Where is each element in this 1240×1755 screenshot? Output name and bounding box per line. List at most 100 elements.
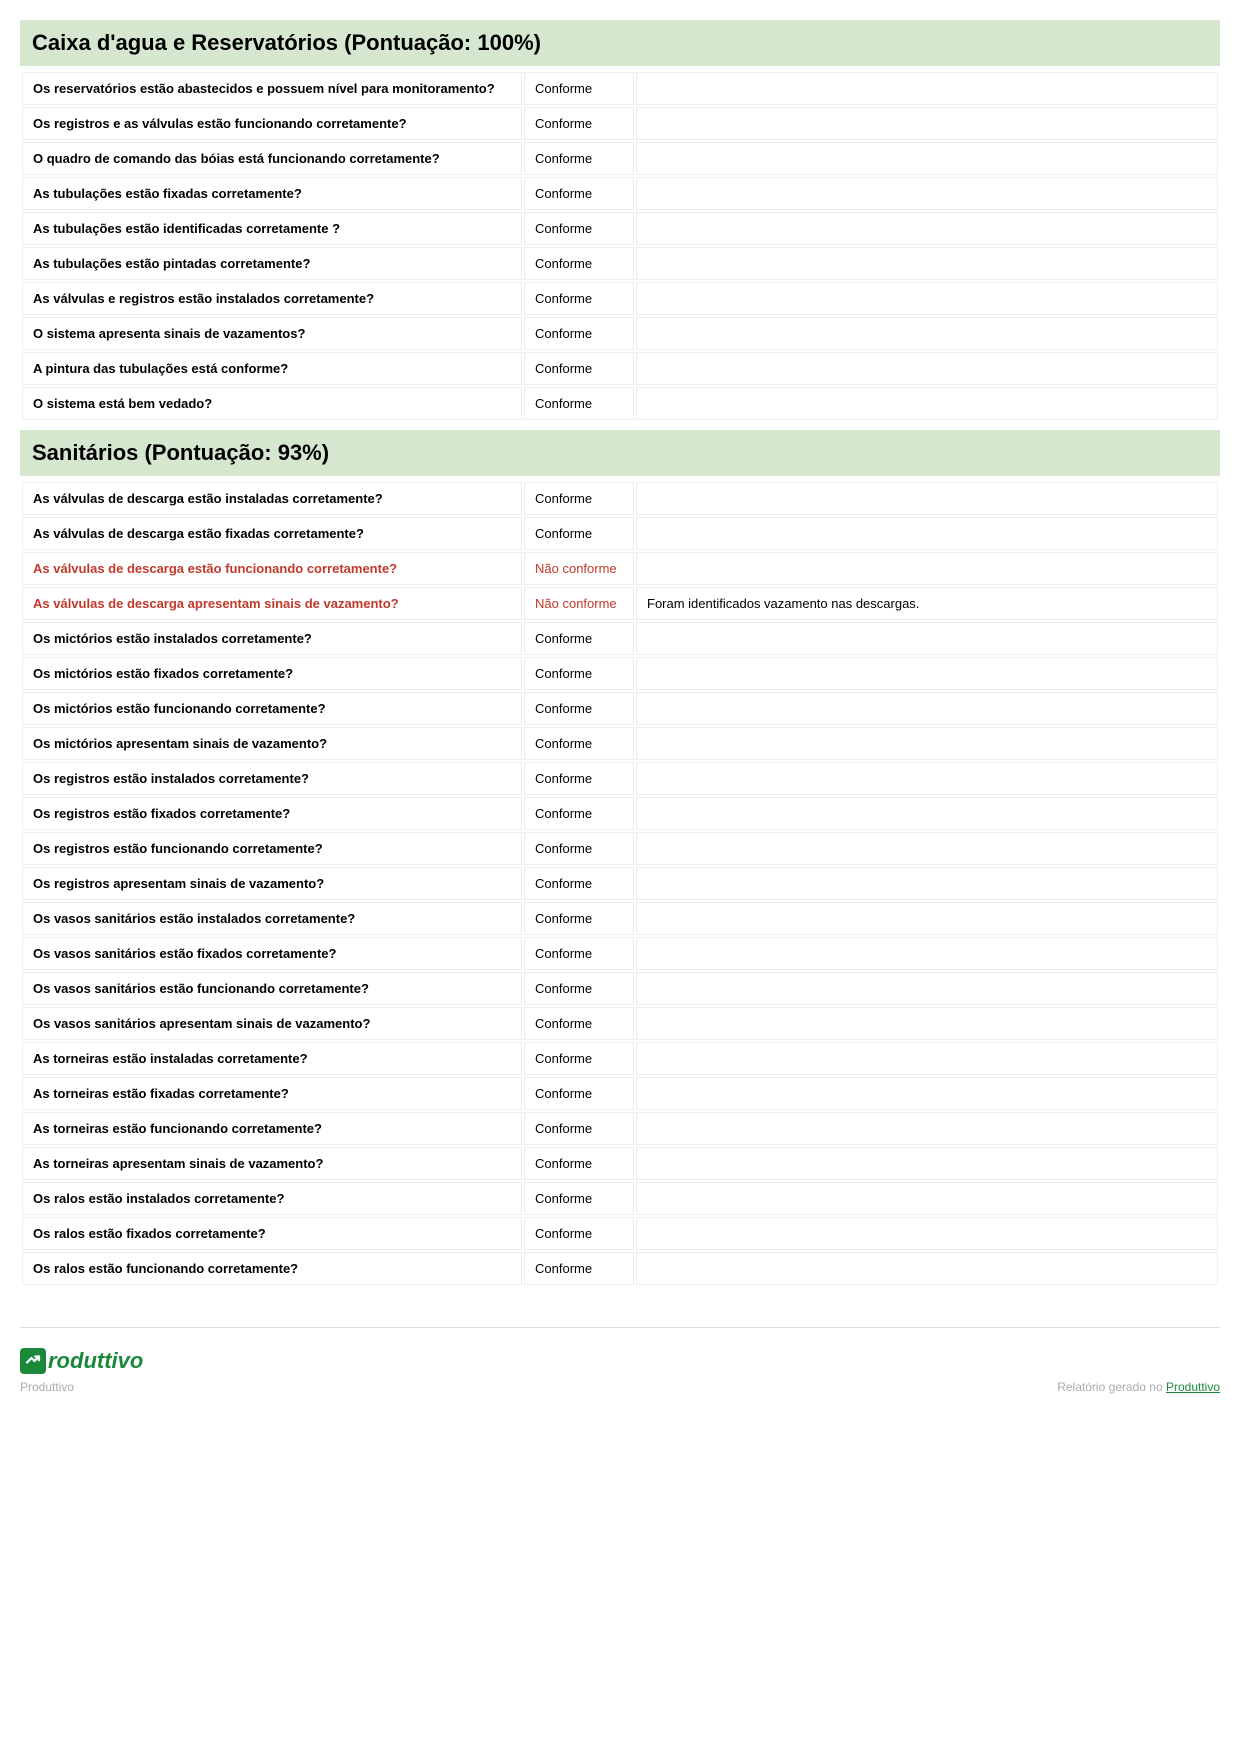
table-row: Os registros e as válvulas estão funcion… [22,107,1218,140]
table-row: As válvulas de descarga estão fixadas co… [22,517,1218,550]
note-cell [636,762,1218,795]
status-cell: Conforme [524,352,634,385]
question-cell: Os registros estão funcionando corretame… [22,832,522,865]
status-cell: Conforme [524,282,634,315]
arrow-up-icon [20,1348,46,1374]
question-cell: O sistema está bem vedado? [22,387,522,420]
note-cell: Foram identificados vazamento nas descar… [636,587,1218,620]
table-row: Os vasos sanitários apresentam sinais de… [22,1007,1218,1040]
question-cell: O quadro de comando das bóias está funci… [22,142,522,175]
question-cell: Os reservatórios estão abastecidos e pos… [22,72,522,105]
note-cell [636,727,1218,760]
question-cell: Os registros estão instalados corretamen… [22,762,522,795]
status-cell: Conforme [524,1042,634,1075]
question-cell: As torneiras estão fixadas corretamente? [22,1077,522,1110]
table-row: Os mictórios estão fixados corretamente?… [22,657,1218,690]
table-row: Os registros estão funcionando corretame… [22,832,1218,865]
table-row: As válvulas de descarga estão funcionand… [22,552,1218,585]
note-cell [636,1007,1218,1040]
question-cell: Os mictórios estão instalados corretamen… [22,622,522,655]
status-cell: Não conforme [524,587,634,620]
note-cell [636,692,1218,725]
note-cell [636,1042,1218,1075]
table-row: As válvulas de descarga apresentam sinai… [22,587,1218,620]
brand-text: roduttivo [48,1348,143,1374]
status-cell: Conforme [524,1217,634,1250]
note-cell [636,482,1218,515]
status-cell: Conforme [524,1147,634,1180]
table-row: As tubulações estão pintadas corretament… [22,247,1218,280]
note-cell [636,177,1218,210]
note-cell [636,317,1218,350]
question-cell: Os registros e as válvulas estão funcion… [22,107,522,140]
question-cell: A pintura das tubulações está conforme? [22,352,522,385]
status-cell: Conforme [524,622,634,655]
status-cell: Conforme [524,1077,634,1110]
table-row: As válvulas e registros estão instalados… [22,282,1218,315]
status-cell: Conforme [524,177,634,210]
status-cell: Conforme [524,482,634,515]
note-cell [636,1252,1218,1285]
note-cell [636,212,1218,245]
status-cell: Conforme [524,797,634,830]
question-cell: Os ralos estão fixados corretamente? [22,1217,522,1250]
status-cell: Conforme [524,1112,634,1145]
note-cell [636,1217,1218,1250]
status-cell: Conforme [524,517,634,550]
status-cell: Conforme [524,212,634,245]
question-cell: As tubulações estão pintadas corretament… [22,247,522,280]
note-cell [636,282,1218,315]
question-cell: Os vasos sanitários estão instalados cor… [22,902,522,935]
status-cell: Conforme [524,762,634,795]
question-cell: As válvulas de descarga estão funcionand… [22,552,522,585]
table-row: As tubulações estão fixadas corretamente… [22,177,1218,210]
table-row: A pintura das tubulações está conforme?C… [22,352,1218,385]
question-cell: Os ralos estão funcionando corretamente? [22,1252,522,1285]
status-cell: Conforme [524,107,634,140]
question-cell: As válvulas e registros estão instalados… [22,282,522,315]
table-row: Os mictórios estão funcionando corretame… [22,692,1218,725]
table-row: O sistema apresenta sinais de vazamentos… [22,317,1218,350]
checklist-table: Os reservatórios estão abastecidos e pos… [20,70,1220,422]
status-cell: Conforme [524,317,634,350]
note-cell [636,867,1218,900]
note-cell [636,937,1218,970]
table-row: Os reservatórios estão abastecidos e pos… [22,72,1218,105]
checklist-table: As válvulas de descarga estão instaladas… [20,480,1220,1287]
question-cell: As tubulações estão identificadas corret… [22,212,522,245]
table-row: Os vasos sanitários estão fixados corret… [22,937,1218,970]
note-cell [636,832,1218,865]
note-cell [636,797,1218,830]
table-row: Os ralos estão fixados corretamente?Conf… [22,1217,1218,1250]
table-row: Os registros estão instalados corretamen… [22,762,1218,795]
table-row: O sistema está bem vedado?Conforme [22,387,1218,420]
note-cell [636,142,1218,175]
question-cell: Os registros apresentam sinais de vazame… [22,867,522,900]
status-cell: Conforme [524,247,634,280]
question-cell: As válvulas de descarga estão fixadas co… [22,517,522,550]
table-row: As torneiras estão fixadas corretamente?… [22,1077,1218,1110]
question-cell: Os mictórios estão funcionando corretame… [22,692,522,725]
table-row: Os vasos sanitários estão instalados cor… [22,902,1218,935]
note-cell [636,352,1218,385]
question-cell: Os vasos sanitários estão fixados corret… [22,937,522,970]
note-cell [636,1147,1218,1180]
table-row: Os mictórios estão instalados corretamen… [22,622,1218,655]
question-cell: Os mictórios estão fixados corretamente? [22,657,522,690]
table-row: Os vasos sanitários estão funcionando co… [22,972,1218,1005]
status-cell: Conforme [524,657,634,690]
brand-subtext: Produttivo [20,1380,143,1394]
status-cell: Conforme [524,867,634,900]
question-cell: As válvulas de descarga estão instaladas… [22,482,522,515]
note-cell [636,1077,1218,1110]
table-row: As tubulações estão identificadas corret… [22,212,1218,245]
status-cell: Conforme [524,972,634,1005]
table-row: Os registros estão fixados corretamente?… [22,797,1218,830]
table-row: As torneiras estão instaladas corretamen… [22,1042,1218,1075]
brand-logo: roduttivo [20,1348,143,1374]
table-row: O quadro de comando das bóias está funci… [22,142,1218,175]
page-footer: roduttivo Produttivo Relatório gerado no… [20,1327,1220,1394]
note-cell [636,107,1218,140]
report-link[interactable]: Produttivo [1166,1380,1220,1394]
question-cell: As torneiras estão instaladas corretamen… [22,1042,522,1075]
